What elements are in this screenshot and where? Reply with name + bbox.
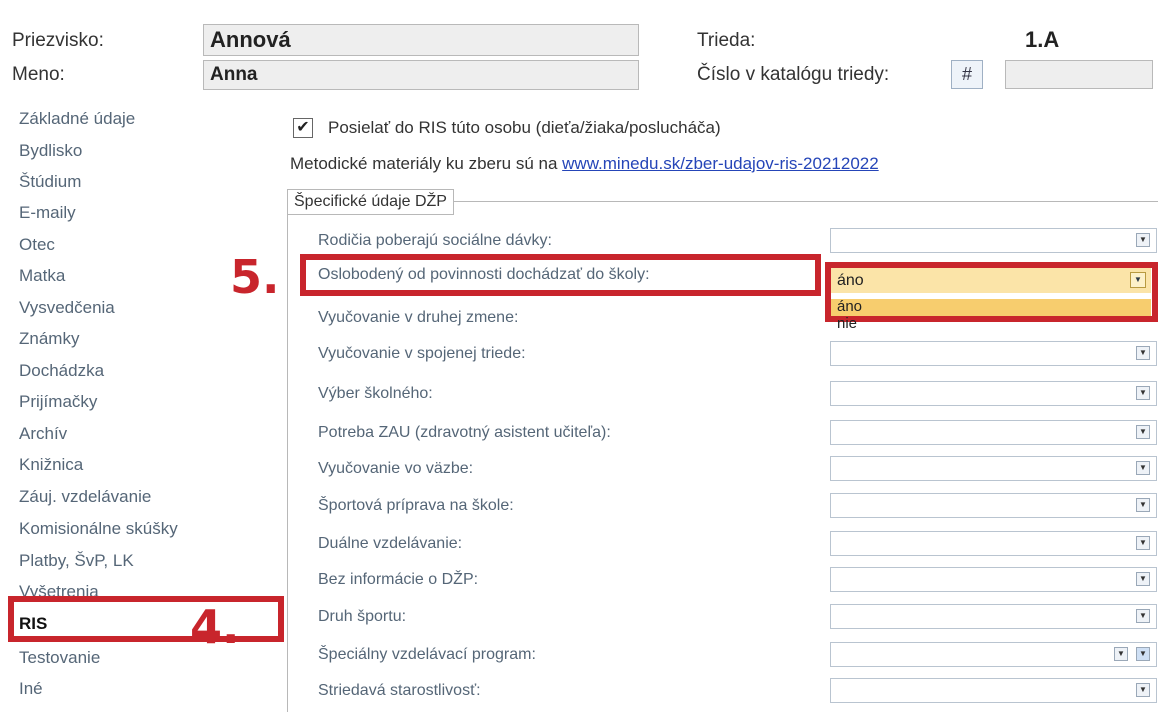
sidebar-item[interactable]: E-maily (19, 203, 76, 223)
chevron-down-icon[interactable]: ▼ (1136, 425, 1150, 439)
surname-label: Priezvisko: (12, 30, 104, 51)
info-prefix: Metodické materiály ku zberu sú na (290, 154, 558, 173)
select-field[interactable]: ▼ (830, 567, 1157, 592)
sidebar-item[interactable]: Základné údaje (19, 109, 135, 129)
chevron-down-icon[interactable]: ▼ (1136, 572, 1150, 586)
send-to-ris-label: Posielať do RIS túto osobu (dieťa/žiaka/… (328, 118, 721, 137)
sidebar-item[interactable]: Testovanie (19, 648, 100, 668)
info-text: Metodické materiály ku zberu sú na www.m… (290, 154, 879, 174)
select-field[interactable]: ▼ (830, 493, 1157, 518)
chevron-down-icon[interactable]: ▼ (1114, 647, 1128, 661)
field-label: Striedavá starostlivosť: (318, 682, 481, 699)
chevron-down-icon[interactable]: ▼ (1136, 233, 1150, 247)
dropdown-option[interactable]: nie (837, 316, 857, 332)
sidebar-item[interactable]: Štúdium (19, 172, 81, 192)
field-label: Bez informácie o DŽP: (318, 571, 479, 588)
sidebar-item[interactable]: Dochádzka (19, 361, 104, 381)
sidebar-item[interactable]: Komisionálne skúšky (19, 519, 178, 539)
step-5-marker: 5. (230, 250, 280, 304)
field-label: Výber školného: (318, 385, 433, 402)
select-field[interactable]: ▼ ▼ (830, 642, 1157, 667)
header-panel: Priezvisko: Annová Meno: Anna Trieda: 1.… (0, 0, 1160, 95)
catalog-number-field[interactable] (1005, 60, 1153, 89)
sidebar-item[interactable]: Bydlisko (19, 141, 82, 161)
field-label: Vyučovanie v spojenej triede: (318, 345, 526, 362)
field-label: Špeciálny vzdelávací program: (318, 646, 536, 663)
field-label: Potreba ZAU (zdravotný asistent učiteľa)… (318, 424, 611, 441)
select-field[interactable]: ▼ (830, 678, 1157, 703)
dropdown-option[interactable]: áno (831, 299, 1151, 316)
chevron-down-icon[interactable]: ▼ (1136, 536, 1150, 550)
methodology-link[interactable]: www.minedu.sk/zber-udajov-ris-20212022 (562, 154, 879, 173)
field-label: Vyučovanie vo väzbe: (318, 460, 474, 477)
name-field[interactable]: Anna (203, 60, 639, 90)
catalog-label: Číslo v katalógu triedy: (697, 64, 890, 85)
sidebar-item[interactable]: Knižnica (19, 455, 83, 475)
field-label: Športová príprava na škole: (318, 497, 514, 514)
sidebar-item[interactable]: Záuj. vzdelávanie (19, 487, 151, 507)
select-field[interactable]: ▼ (830, 228, 1157, 253)
sidebar-item[interactable]: Známky (19, 329, 79, 349)
select-field[interactable]: ▼ (830, 604, 1157, 629)
sidebar-item[interactable]: Matka (19, 266, 65, 286)
step-4-marker: 4. (190, 600, 240, 654)
sidebar-item[interactable]: Otec (19, 235, 55, 255)
chevron-down-icon[interactable]: ▼ (1136, 386, 1150, 400)
name-label: Meno: (12, 64, 65, 85)
sidebar-item[interactable]: Iné (19, 679, 43, 699)
surname-field[interactable]: Annová (203, 24, 639, 56)
sidebar-item-ris-label: RIS (19, 614, 48, 633)
select-field[interactable]: ▼ (830, 381, 1157, 406)
sidebar-item[interactable]: Archív (19, 424, 67, 444)
chevron-down-icon[interactable]: ▼ (1136, 683, 1150, 697)
select-field[interactable]: ▼ (830, 420, 1157, 445)
sidebar-item-ris[interactable] (8, 596, 284, 642)
sidebar-item[interactable]: Vysvedčenia (19, 298, 115, 318)
chevron-down-icon[interactable]: ▼ (1130, 272, 1146, 288)
chevron-down-icon[interactable]: ▼ (1136, 609, 1150, 623)
chevron-down-icon[interactable]: ▼ (1136, 647, 1150, 661)
class-label: Trieda: (697, 30, 756, 51)
group-title: Špecifické údaje DŽP (287, 189, 454, 215)
field-label: Vyučovanie v druhej zmene: (318, 309, 519, 326)
field-label: Oslobodený od povinnosti dochádzať do šk… (318, 266, 650, 283)
sidebar-item[interactable]: Prijímačky (19, 392, 97, 412)
catalog-number-button[interactable]: # (951, 60, 983, 89)
class-value: 1.A (1025, 27, 1060, 52)
select-field[interactable]: ▼ (830, 531, 1157, 556)
field-label: Rodičia poberajú sociálne dávky: (318, 232, 552, 249)
chevron-down-icon[interactable]: ▼ (1136, 498, 1150, 512)
select-field[interactable]: ▼ (830, 341, 1157, 366)
exemption-select[interactable]: áno (831, 268, 1151, 293)
chevron-down-icon[interactable]: ▼ (1136, 461, 1150, 475)
field-label: Duálne vzdelávanie: (318, 535, 463, 552)
sidebar-item[interactable]: Platby, ŠvP, LK (19, 551, 134, 571)
select-field[interactable]: ▼ (830, 456, 1157, 481)
field-label: Druh športu: (318, 608, 407, 625)
send-to-ris-checkbox[interactable]: ✔ (293, 118, 313, 138)
chevron-down-icon[interactable]: ▼ (1136, 346, 1150, 360)
